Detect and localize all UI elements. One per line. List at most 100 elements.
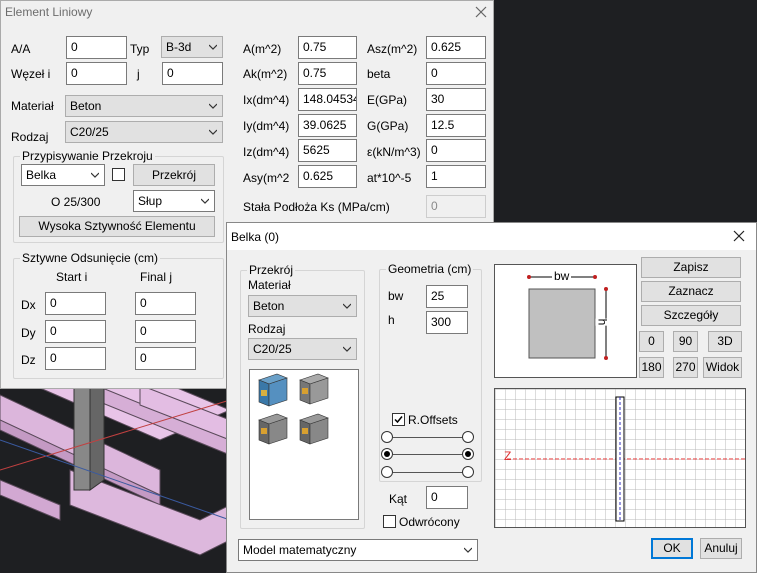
rodzaj-label: Rodzaj — [11, 130, 49, 144]
bw-input[interactable]: 25 — [426, 285, 468, 308]
a-label: A(m^2) — [243, 42, 282, 56]
section-assignment-title: Przypisywanie Przekroju — [20, 149, 155, 163]
anuluj-button[interactable]: Anuluj — [700, 538, 742, 559]
grid-view[interactable]: Z — [494, 388, 746, 528]
chevron-down-icon — [209, 44, 217, 50]
close-icon[interactable] — [475, 6, 487, 18]
dx-start-input[interactable]: 0 — [45, 292, 106, 315]
at-input[interactable]: 1 — [426, 165, 486, 188]
dy-final-input[interactable]: 0 — [135, 320, 196, 343]
geometry-group-title: Geometria (cm) — [386, 262, 474, 276]
offset-line-top — [393, 437, 469, 438]
rotate-90-button[interactable]: 90 — [673, 331, 698, 352]
window-title: Element Liniowy — [5, 5, 93, 19]
ix-input[interactable]: 148.04534 — [298, 88, 357, 111]
view-3d-button[interactable]: 3D — [708, 331, 742, 352]
material-select[interactable]: Beton — [65, 95, 223, 117]
typ-select[interactable]: B-3d — [161, 36, 223, 58]
offset-radio-mid-left[interactable] — [381, 448, 393, 460]
belka-title: Belka (0) — [231, 230, 280, 244]
offset-radio-bottom-right[interactable] — [462, 466, 474, 478]
model-select[interactable]: Model matematyczny — [238, 539, 478, 561]
ak-label: Ak(m^2) — [243, 67, 288, 81]
box-beam-icon[interactable] — [258, 373, 288, 407]
rotate-270-button[interactable]: 270 — [673, 357, 698, 378]
odwrocony-label: Odwrócony — [399, 515, 460, 529]
ks-label: Stała Podłoża Ks (MPa/cm) — [243, 200, 390, 214]
rotate-180-button[interactable]: 180 — [639, 357, 664, 378]
offset-radio-top-right[interactable] — [462, 431, 474, 443]
ak-input[interactable]: 0.75 — [298, 62, 357, 85]
eps-label: ε(kN/m^3) — [367, 145, 421, 159]
roffsets-checkbox[interactable] — [392, 413, 405, 426]
i-beam-icon[interactable] — [299, 373, 329, 405]
widok-button[interactable]: Widok — [703, 357, 742, 378]
beta-input[interactable]: 0 — [426, 62, 486, 85]
przekroj-button[interactable]: Przekrój — [133, 164, 215, 186]
section-type-select[interactable]: Belka — [21, 164, 105, 186]
belka-window: Belka (0) Przekrój Materiał Beton Rodzaj… — [226, 222, 757, 573]
odwrocony-checkbox[interactable] — [383, 515, 396, 528]
tee-beam-icon[interactable] — [258, 413, 288, 445]
title-bar: Element Liniowy — [1, 1, 493, 26]
j-input[interactable]: 0 — [162, 62, 223, 85]
belka-material-select[interactable]: Beton — [248, 295, 357, 317]
material-label: Materiał — [11, 99, 54, 113]
belka-rodzaj-select[interactable]: C20/25 — [248, 338, 357, 360]
material-value: Beton — [70, 99, 102, 113]
rodzaj-select[interactable]: C20/25 — [65, 121, 223, 143]
a-input[interactable]: 0.75 — [298, 36, 357, 59]
iz-input[interactable]: 5625 — [298, 139, 357, 162]
dy-label: Dy — [21, 326, 36, 340]
ok-button[interactable]: OK — [651, 538, 693, 559]
e-input[interactable]: 30 — [426, 88, 486, 111]
belka-title-bar: Belka (0) — [227, 223, 756, 250]
beta-label: beta — [367, 67, 391, 81]
dx-final-input[interactable]: 0 — [135, 292, 196, 315]
close-icon[interactable] — [733, 230, 745, 242]
ix-label: Ix(dm^4) — [243, 93, 290, 107]
asy-label: Asy(m^2) — [243, 171, 289, 185]
h-input[interactable]: 300 — [426, 311, 468, 334]
model-value: Model matematyczny — [243, 543, 357, 557]
szczegoly-button[interactable]: Szczegóły — [641, 305, 741, 326]
wezel-input[interactable]: 0 — [66, 62, 127, 85]
checkmark-icon — [394, 416, 403, 424]
section-checkbox[interactable] — [112, 168, 125, 181]
offset-radio-top-left[interactable] — [381, 431, 393, 443]
offset-radio-mid-right[interactable] — [462, 448, 474, 460]
asy-input[interactable]: 0.625 — [298, 165, 357, 188]
kat-input[interactable]: 0 — [426, 486, 468, 509]
dy-start-input[interactable]: 0 — [45, 320, 106, 343]
iy-input[interactable]: 39.0625 — [298, 114, 357, 137]
typ-value: B-3d — [166, 40, 192, 54]
at-label: at*10^-5 — [367, 171, 412, 185]
rigid-offset-title: Sztywne Odsunięcie (cm) — [20, 251, 161, 265]
iz-label: Iz(dm^4) — [243, 145, 290, 159]
zapisz-button[interactable]: Zapisz — [641, 257, 741, 278]
chevron-down-icon — [91, 172, 99, 178]
section-size-label: O 25/300 — [51, 195, 101, 209]
offset-line-bottom — [393, 472, 469, 473]
aa-label: A/A — [11, 42, 31, 56]
g-input[interactable]: 12.5 — [426, 114, 486, 137]
dz-final-input[interactable]: 0 — [135, 347, 196, 370]
eps-input[interactable]: 0 — [426, 139, 486, 162]
dz-start-input[interactable]: 0 — [45, 347, 106, 370]
chevron-down-icon — [201, 198, 209, 204]
rotate-0-button[interactable]: 0 — [639, 331, 664, 352]
section-kind-select[interactable]: Słup — [133, 190, 215, 212]
rodzaj-value: C20/25 — [70, 125, 109, 139]
bw-label: bw — [388, 289, 404, 303]
offset-radio-bottom-left[interactable] — [381, 466, 393, 478]
section-kind-value: Słup — [138, 194, 163, 208]
aa-input[interactable]: 0 — [66, 36, 127, 59]
zaznacz-button[interactable]: Zaznacz — [641, 281, 741, 302]
final-j-label: Final j — [140, 270, 173, 284]
channel-beam-icon[interactable] — [299, 413, 329, 445]
asz-input[interactable]: 0.625 — [426, 36, 486, 59]
section-shape-icons — [258, 373, 329, 445]
h-dimension-label: h — [595, 318, 610, 326]
chevron-down-icon — [343, 346, 351, 352]
stiffness-button[interactable]: Wysoka Sztywność Elementu — [19, 216, 215, 237]
